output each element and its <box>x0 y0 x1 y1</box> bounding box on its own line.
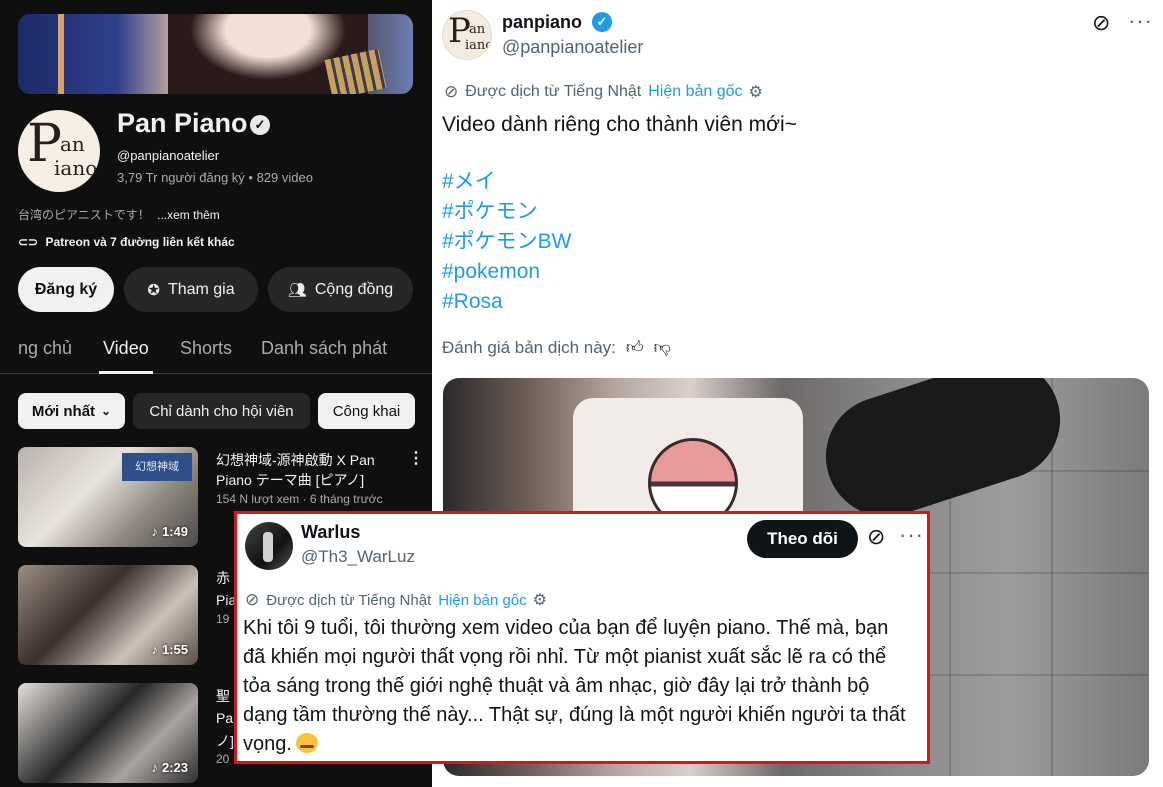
channel-banner <box>18 14 413 94</box>
author-avatar[interactable]: P an iano <box>442 10 492 60</box>
video-duration: ♪ 2:23 <box>151 760 188 775</box>
video-meta-2: 19 <box>216 612 230 626</box>
translated-from-label: Được dịch từ Tiếng Nhật <box>465 83 642 100</box>
grok-icon[interactable]: ⊘ <box>1092 10 1110 36</box>
video-meta-3: 20 <box>216 752 230 766</box>
channel-description: 台湾のピアニストです！ ...xem thêm <box>18 206 220 223</box>
links-label: Patreon và 7 đường liên kết khác <box>45 235 235 249</box>
hashtag-link[interactable]: #メイ <box>442 167 572 197</box>
translate-icon: ⊘ <box>444 82 459 101</box>
avatar-letters-iano: iano <box>465 38 492 53</box>
translate-icon: ⊘ <box>245 590 260 609</box>
reply-author-handle[interactable]: @Th3_WarLuz <box>301 547 415 567</box>
channel-handle: @panpianoatelier <box>117 148 220 163</box>
star-badge-icon: ✪ <box>147 281 160 299</box>
reply-author-avatar[interactable] <box>245 522 293 570</box>
channel-links[interactable]: ⊂⊃ Patreon và 7 đường liên kết khác <box>18 235 235 249</box>
sort-dropdown[interactable]: Mới nhất ⌄ <box>18 393 125 429</box>
music-note-icon: ♪ <box>151 524 158 539</box>
video-duration: ♪ 1:55 <box>151 642 188 657</box>
show-original-link[interactable]: Hiện bản gốc <box>438 592 526 609</box>
rate-translation: Đánh giá bản dịch này: 👍︎ 👎︎ <box>442 337 671 358</box>
thumbs-up-icon[interactable]: 👍︎ <box>626 337 644 358</box>
channel-tabs: ng chủ Video Shorts Danh sách phát <box>0 326 432 374</box>
reply-line: tỏa sáng trong thế giới nghệ thuật và âm… <box>243 675 870 697</box>
reply-author-name[interactable]: Warlus <box>301 522 360 543</box>
post-text: Video dành riêng cho thành viên mới~ <box>442 113 797 136</box>
video-meta-2: ノ] <box>216 733 234 749</box>
channel-name: Pan Piano <box>117 108 248 138</box>
gear-icon[interactable]: ⚙ <box>533 590 547 610</box>
public-chip[interactable]: Công khai <box>318 393 415 429</box>
avatar-figure <box>263 532 273 562</box>
video-thumbnail[interactable]: ♪ 1:55 <box>18 565 198 665</box>
sort-label: Mới nhất <box>31 402 96 420</box>
reply-line: đã khiến mọi người thất vọng rồi nhỉ. Từ… <box>243 646 887 668</box>
show-original-link[interactable]: Hiện bản gốc <box>648 83 742 101</box>
hashtag-list: #メイ #ポケモン #ポケモンBW #pokemon #Rosa <box>442 167 572 317</box>
video-meta: Pa <box>216 710 234 726</box>
kebab-menu-icon[interactable]: ⋮ <box>408 448 424 468</box>
hashtag-link[interactable]: #pokemon <box>442 257 572 287</box>
reply-line: Khi tôi 9 tuổi, tôi thường xem video của… <box>243 617 889 639</box>
gear-icon[interactable]: ⚙ <box>749 82 763 102</box>
reply-line: vọng. <box>243 733 292 755</box>
channel-avatar[interactable]: P an iano <box>18 110 100 192</box>
reply-line: dạng tầm thường thế này... Thật sự, đúng… <box>243 704 906 726</box>
community-button[interactable]: 👥︎ Cộng đồng <box>268 267 413 312</box>
join-button[interactable]: ✪ Tham gia <box>124 267 258 312</box>
reply-line-last: vọng. <box>243 730 923 759</box>
tab-shorts[interactable]: Shorts <box>180 338 232 359</box>
hashtag-link[interactable]: #ポケモン <box>442 197 572 227</box>
rate-translation-label: Đánh giá bản dịch này: <box>442 337 616 357</box>
video-meta: 154 N lượt xem · 6 tháng trước <box>216 492 383 506</box>
video-thumbnail[interactable]: ♪ 2:23 <box>18 683 198 783</box>
channel-stats: 3,79 Tr người đăng ký • 829 video <box>117 170 313 185</box>
community-label: Cộng đồng <box>314 280 394 298</box>
author-handle[interactable]: @panpianoatelier <box>502 37 643 58</box>
music-note-icon: ♪ <box>151 642 158 657</box>
follow-button[interactable]: Theo dõi <box>747 520 858 558</box>
link-icon: ⊂⊃ <box>18 235 39 249</box>
more-link[interactable]: ...xem thêm <box>157 208 220 222</box>
thumbnail-logo: 幻想神域 <box>122 453 192 481</box>
members-only-chip[interactable]: Chỉ dành cho hội viên <box>133 393 310 429</box>
hashtag-link[interactable]: #ポケモンBW <box>442 227 572 257</box>
video-thumbnail[interactable]: 幻想神域 ♪ 1:49 <box>18 447 198 547</box>
join-label: Tham gia <box>167 280 235 298</box>
tab-video[interactable]: Video <box>103 338 149 359</box>
tab-playlists[interactable]: Danh sách phát <box>261 338 387 359</box>
banner-tower <box>58 14 64 94</box>
highlighted-reply-card: Warlus @Th3_WarLuz Theo dõi ⊘ ··· ⊘ Được… <box>234 511 930 764</box>
more-options-icon[interactable]: ··· <box>1128 8 1153 34</box>
chevron-down-icon: ⌄ <box>101 404 112 418</box>
author-name[interactable]: panpiano <box>502 12 582 33</box>
active-tab-indicator <box>99 371 153 374</box>
music-note-icon: ♪ <box>151 760 158 775</box>
verified-check-icon: ✓ <box>250 115 270 135</box>
translation-notice: ⊘ Được dịch từ Tiếng Nhật Hiện bản gốc ⚙ <box>444 82 763 102</box>
tab-home[interactable]: ng chủ <box>18 338 72 359</box>
reply-text: Khi tôi 9 tuổi, tôi thường xem video của… <box>243 614 923 759</box>
video-duration: ♪ 1:49 <box>151 524 188 539</box>
disappointed-face-icon <box>295 733 318 753</box>
thumbs-down-icon[interactable]: 👎︎ <box>654 337 671 358</box>
people-icon: 👥︎ <box>287 281 307 299</box>
hashtag-link[interactable]: #Rosa <box>442 287 572 317</box>
translated-from-label: Được dịch từ Tiếng Nhật <box>266 591 432 609</box>
subscribe-button[interactable]: Đăng ký <box>18 267 114 312</box>
description-text: 台湾のピアニストです！ <box>18 208 150 222</box>
more-options-icon[interactable]: ··· <box>899 522 924 548</box>
grok-icon[interactable]: ⊘ <box>867 524 885 550</box>
verified-badge-icon: ✓ <box>592 12 612 32</box>
avatar-letters-an: an <box>469 22 486 37</box>
video-title[interactable]: 幻想神域-源神啟動 X Pan Piano テーマ曲 [ピアノ] <box>216 450 396 490</box>
translation-notice: ⊘ Được dịch từ Tiếng Nhật Hiện bản gốc ⚙ <box>245 590 547 610</box>
avatar-letters-iano: iano <box>54 156 98 180</box>
avatar-letters-an: an <box>60 132 85 156</box>
